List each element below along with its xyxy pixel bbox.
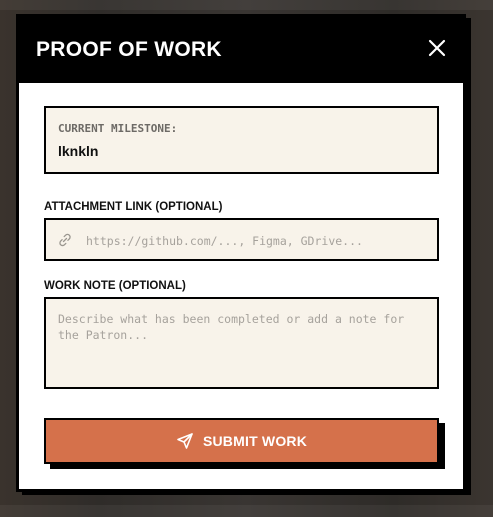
proof-of-work-modal: PROOF OF WORK CURRENT MILESTONE: lknkln … (16, 14, 466, 492)
work-note-textarea[interactable] (46, 299, 437, 387)
attachment-link-field[interactable] (44, 218, 439, 261)
attachment-link-input[interactable] (84, 220, 428, 261)
link-icon (59, 233, 71, 247)
submit-work-button[interactable]: SUBMIT WORK (44, 418, 439, 464)
work-note-field[interactable] (44, 297, 439, 389)
send-icon (177, 433, 193, 449)
submit-work-label: SUBMIT WORK (202, 433, 308, 449)
attachment-link-label: ATTACHMENT LINK (OPTIONAL) (44, 201, 223, 213)
current-milestone-box: CURRENT MILESTONE: lknkln (44, 106, 439, 174)
modal-title: PROOF OF WORK (36, 38, 222, 61)
close-icon (428, 39, 446, 57)
close-button[interactable] (425, 36, 449, 60)
modal-header: PROOF OF WORK (19, 17, 463, 83)
milestone-value: lknkln (58, 143, 99, 159)
milestone-label: CURRENT MILESTONE: (58, 122, 178, 135)
work-note-label: WORK NOTE (OPTIONAL) (44, 280, 186, 292)
